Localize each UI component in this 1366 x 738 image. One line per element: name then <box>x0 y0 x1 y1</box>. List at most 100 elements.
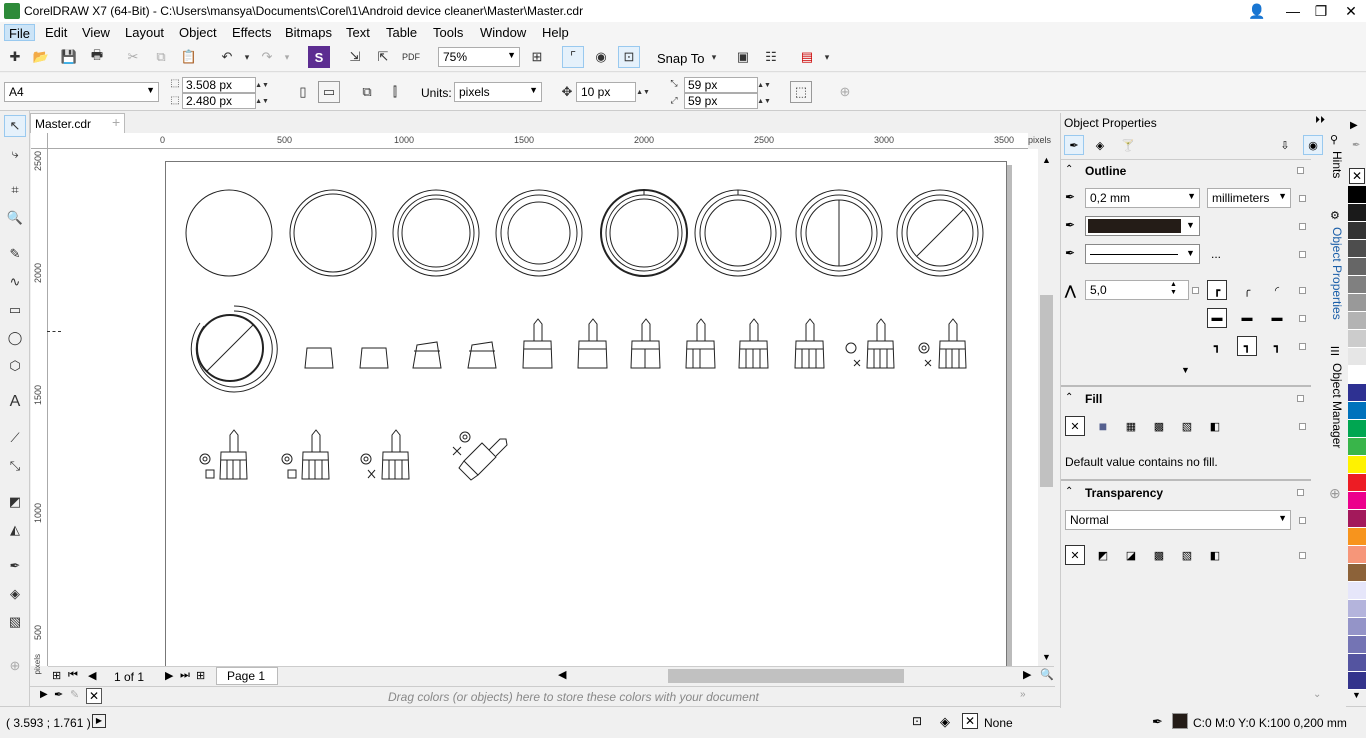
palette-swatch[interactable] <box>1348 492 1366 510</box>
full-screen-icon[interactable]: ⊞ <box>526 46 548 68</box>
print-icon[interactable]: 🖶 <box>86 46 108 68</box>
snap-to-button[interactable]: Snap To <box>657 51 704 66</box>
menu-window[interactable]: Window <box>476 24 530 41</box>
horizontal-ruler[interactable]: 0 500 1000 1500 2000 2500 3000 3500 pixe… <box>48 133 1051 149</box>
no-color-swatch[interactable]: ✕ <box>86 688 102 704</box>
transparency-section-box[interactable] <box>1297 489 1304 496</box>
docker-view-icon[interactable]: ◉ <box>1303 135 1323 155</box>
outline-collapse-icon[interactable]: ⌃ <box>1065 164 1073 175</box>
palette-swatch[interactable] <box>1348 330 1366 348</box>
add-property-icon[interactable]: ⊕ <box>834 81 856 103</box>
artistic-media-icon[interactable]: ∿ <box>4 271 26 293</box>
two-color-transparency-icon[interactable]: ◧ <box>1205 545 1225 565</box>
dup-y-spinner-icon[interactable]: ▲▼ <box>757 93 771 109</box>
horizontal-scroll-thumb[interactable] <box>668 669 904 683</box>
new-tab-icon[interactable]: + <box>112 114 126 130</box>
palette-swatch[interactable] <box>1348 582 1366 600</box>
status-expand-icon[interactable]: ▶ <box>92 714 106 728</box>
vertical-ruler[interactable]: 2500 2000 1500 1000 500 pixels <box>31 149 48 674</box>
cap-square-icon[interactable]: ▬ <box>1267 308 1287 328</box>
outline-color-picker[interactable]: ▼ <box>1085 216 1200 236</box>
eyedropper-icon[interactable]: ✒ <box>4 555 26 577</box>
duplicate-y-field[interactable]: 59 px <box>684 93 758 109</box>
fill-type-box[interactable] <box>1299 423 1306 430</box>
palette-swatch[interactable] <box>1348 528 1366 546</box>
portrait-icon[interactable]: ▯ <box>292 81 314 103</box>
cap-butt-icon[interactable]: ▬ <box>1207 308 1227 328</box>
current-page-icon[interactable]: ⫿ <box>384 81 406 103</box>
fill-collapse-icon[interactable]: ⌃ <box>1065 392 1073 403</box>
palette-scroll-down-icon[interactable]: ▼ <box>1352 690 1361 700</box>
palette-swatch[interactable] <box>1348 672 1366 690</box>
polygon-icon[interactable]: ⬡ <box>4 355 26 377</box>
outline-tab-icon[interactable]: ✒ <box>1064 135 1084 155</box>
cut-icon[interactable]: ✂ <box>122 46 144 68</box>
transparency-type-box[interactable] <box>1299 552 1306 559</box>
welcome-screen-icon[interactable]: ▣ <box>732 46 754 68</box>
paste-icon[interactable]: 📋 <box>178 46 200 68</box>
palette-swatch[interactable] <box>1348 258 1366 276</box>
menu-layout[interactable]: Layout <box>121 24 168 41</box>
line-style-select[interactable]: ▼ <box>1085 244 1200 264</box>
smart-fill-icon[interactable]: ▧ <box>4 611 26 633</box>
outline-color-swatch[interactable] <box>1172 713 1188 729</box>
transparency-mode-box[interactable] <box>1299 517 1306 524</box>
page-tab[interactable]: Page 1 <box>216 667 278 685</box>
outline-units-select[interactable]: millimeters ▼ <box>1207 188 1291 208</box>
publish-pdf-icon[interactable]: PDF <box>400 46 422 68</box>
copy-icon[interactable]: ⧉ <box>150 46 172 68</box>
launcher-dropdown-icon[interactable]: ▾ <box>816 46 838 68</box>
no-fill-icon[interactable]: ✕ <box>1065 416 1085 436</box>
page-height-field[interactable]: 2.480 px <box>182 93 256 109</box>
corner-bevel-icon[interactable]: ◜ <box>1267 280 1287 300</box>
next-page-icon[interactable]: ▶ <box>165 669 173 682</box>
rulers-icon[interactable]: ⌜ <box>562 46 584 68</box>
text-icon[interactable]: A <box>4 391 26 413</box>
palette-scroll-icon[interactable]: » <box>1020 689 1026 700</box>
nudge-distance-field[interactable]: 10 px <box>576 82 636 102</box>
palette-swatch[interactable] <box>1348 348 1366 366</box>
fill-tab-icon[interactable]: ◈ <box>1090 135 1110 155</box>
scroll-right-icon[interactable]: ▶ <box>1023 668 1031 681</box>
palette-swatch[interactable] <box>1348 564 1366 582</box>
menu-file[interactable]: File <box>4 24 35 41</box>
outline-width-select[interactable]: 0,2 mm ▼ <box>1085 188 1200 208</box>
guidelines-icon[interactable]: ⊡ <box>618 46 640 68</box>
menu-help[interactable]: Help <box>538 24 573 41</box>
duplicate-x-field[interactable]: 59 px <box>684 77 758 93</box>
width-spinner-icon[interactable]: ▲▼ <box>255 77 269 93</box>
palette-swatch[interactable] <box>1348 438 1366 456</box>
object-manager-tab[interactable]: Object Manager <box>1330 363 1344 448</box>
import-icon[interactable]: ⇲ <box>344 46 366 68</box>
scroll-left-icon[interactable]: ◀ <box>558 668 566 681</box>
palette-options-icon[interactable]: ✎ <box>70 688 79 701</box>
vertical-scroll-thumb[interactable] <box>1040 295 1053 487</box>
treat-as-filled-icon[interactable]: ⬚ <box>790 81 812 103</box>
pick-icon[interactable]: ↖ <box>4 115 26 137</box>
color-proof-icon[interactable]: ⊡ <box>912 714 922 728</box>
palette-no-color-swatch[interactable]: ✕ <box>1349 168 1365 184</box>
palette-swatch[interactable] <box>1348 618 1366 636</box>
new-document-icon[interactable]: ✚ <box>4 46 26 68</box>
document-tab[interactable]: Master.cdr <box>30 113 125 133</box>
vector-pattern-transparency-icon[interactable]: ▩ <box>1149 545 1169 565</box>
hints-tab[interactable]: Hints <box>1330 151 1344 178</box>
palette-swatch[interactable] <box>1348 546 1366 564</box>
prev-page-icon[interactable]: ◀ <box>88 669 96 682</box>
interactive-fill-icon[interactable]: ◈ <box>4 583 26 605</box>
uniform-fill-icon[interactable]: ■ <box>1093 416 1113 436</box>
redo-dropdown-icon[interactable]: ▾ <box>276 46 298 68</box>
first-page-icon[interactable]: ⏮ <box>68 669 78 682</box>
connector-icon[interactable]: ⤡ <box>4 455 26 477</box>
shape-icon[interactable]: ⤷ <box>4 143 26 165</box>
palette-eyedropper-tool-icon[interactable]: ✒ <box>1352 140 1360 151</box>
menu-effects[interactable]: Effects <box>228 24 276 41</box>
outline-more-icon[interactable]: ▼ <box>1181 365 1190 375</box>
palette-swatch[interactable] <box>1348 510 1366 528</box>
object-properties-tab[interactable]: Object Properties <box>1330 227 1344 320</box>
transparency-collapse-icon[interactable]: ⌃ <box>1065 486 1073 497</box>
palette-swatch[interactable] <box>1348 312 1366 330</box>
palette-flyout-icon[interactable]: ▶ <box>1350 120 1358 131</box>
palette-swatch[interactable] <box>1348 240 1366 258</box>
zoom-icon[interactable]: 🔍 <box>4 207 26 229</box>
